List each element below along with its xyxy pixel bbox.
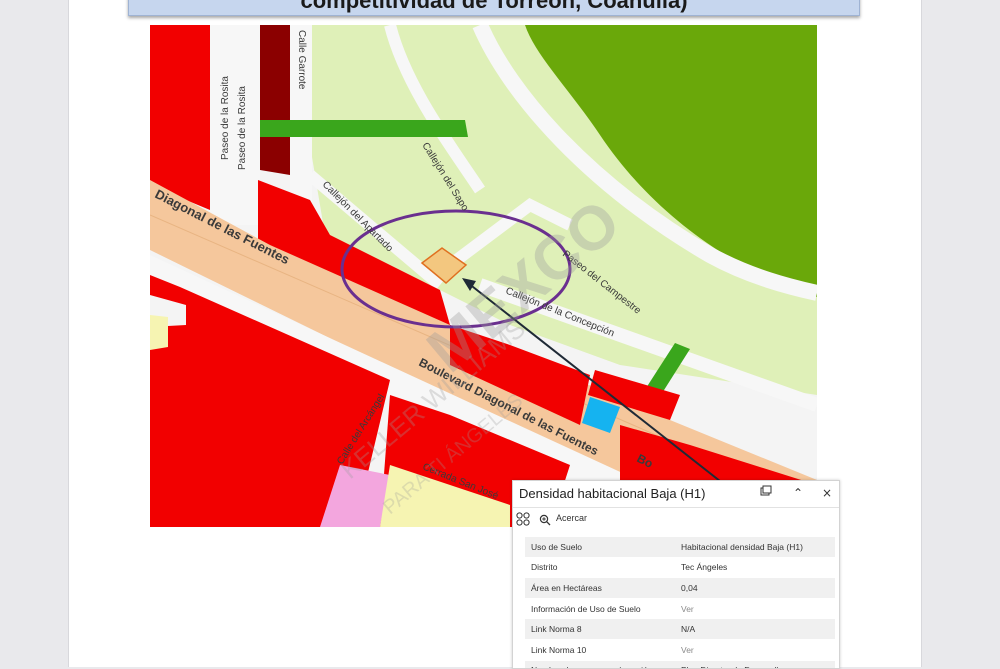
- commercial-block-dark: [260, 25, 290, 175]
- attr-value: Plan Director de Desarrollo: [675, 660, 835, 668]
- label-paseo-rosita-1: Paseo de la Rosita: [220, 76, 231, 160]
- banner-title: competitividad de Torreón, Coahuila): [300, 0, 688, 13]
- feature-grid-icon[interactable]: [515, 511, 531, 527]
- attr-key: Link Norma 10: [525, 639, 675, 661]
- attr-value: N/A: [675, 618, 835, 640]
- attr-key: Link Norma 8: [525, 618, 675, 640]
- table-row: Información de Uso de Suelo Ver: [525, 598, 835, 620]
- table-row: Link Norma 10 Ver: [525, 639, 835, 661]
- dock-icon[interactable]: [757, 484, 775, 502]
- road-paseo-rosita: [210, 25, 260, 225]
- label-calle-garrote: Calle Garrote: [296, 30, 307, 90]
- attr-key: Información de Uso de Suelo: [525, 598, 675, 620]
- title-banner: competitividad de Torreón, Coahuila): [128, 0, 860, 16]
- attr-key: Uso de Suelo: [525, 537, 675, 558]
- popup-title: Densidad habitacional Baja (H1): [519, 486, 706, 501]
- table-row: Link Norma 8 N/A: [525, 618, 835, 640]
- attr-value: Habitacional densidad Baja (H1): [675, 537, 835, 558]
- attr-key: Distrito: [525, 557, 675, 579]
- attr-value: 0,04: [675, 577, 835, 599]
- attr-key: Nombre de programa y/o sesión: [525, 660, 675, 668]
- table-row: Uso de Suelo Habitacional densidad Baja (…: [525, 537, 835, 558]
- map-canvas: Calle Garrote Paseo de la Rosita Paseo d…: [150, 25, 817, 527]
- table-row: Área en Hectáreas 0,04: [525, 577, 835, 599]
- popup-toolbar: Acercar: [513, 508, 839, 532]
- feature-popup[interactable]: Densidad habitacional Baja (H1) ⌃ × Acer…: [512, 480, 840, 669]
- info-link[interactable]: Ver: [675, 598, 835, 620]
- attr-value: Tec Ángeles: [675, 557, 835, 579]
- norma10-link[interactable]: Ver: [675, 639, 835, 661]
- popup-header: Densidad habitacional Baja (H1) ⌃ ×: [513, 481, 839, 508]
- commercial-block-nw: [150, 25, 210, 210]
- green-strip-north: [260, 120, 468, 137]
- lot-yellow-sw: [150, 315, 168, 350]
- table-row: Distrito Tec Ángeles: [525, 557, 835, 579]
- zoom-in-icon[interactable]: [539, 513, 551, 526]
- table-row: Nombre de programa y/o sesiónPlan Direct…: [525, 660, 835, 668]
- label-paseo-rosita-2: Paseo de la Rosita: [237, 86, 248, 170]
- zoning-map[interactable]: Calle Garrote Paseo de la Rosita Paseo d…: [150, 25, 817, 527]
- zoom-in-button[interactable]: Acercar: [556, 513, 587, 523]
- attr-key: Área en Hectáreas: [525, 577, 675, 599]
- attribute-table: Uso de Suelo Habitacional densidad Baja (…: [525, 537, 835, 668]
- collapse-icon[interactable]: ⌃: [789, 484, 807, 502]
- close-icon[interactable]: ×: [818, 484, 836, 502]
